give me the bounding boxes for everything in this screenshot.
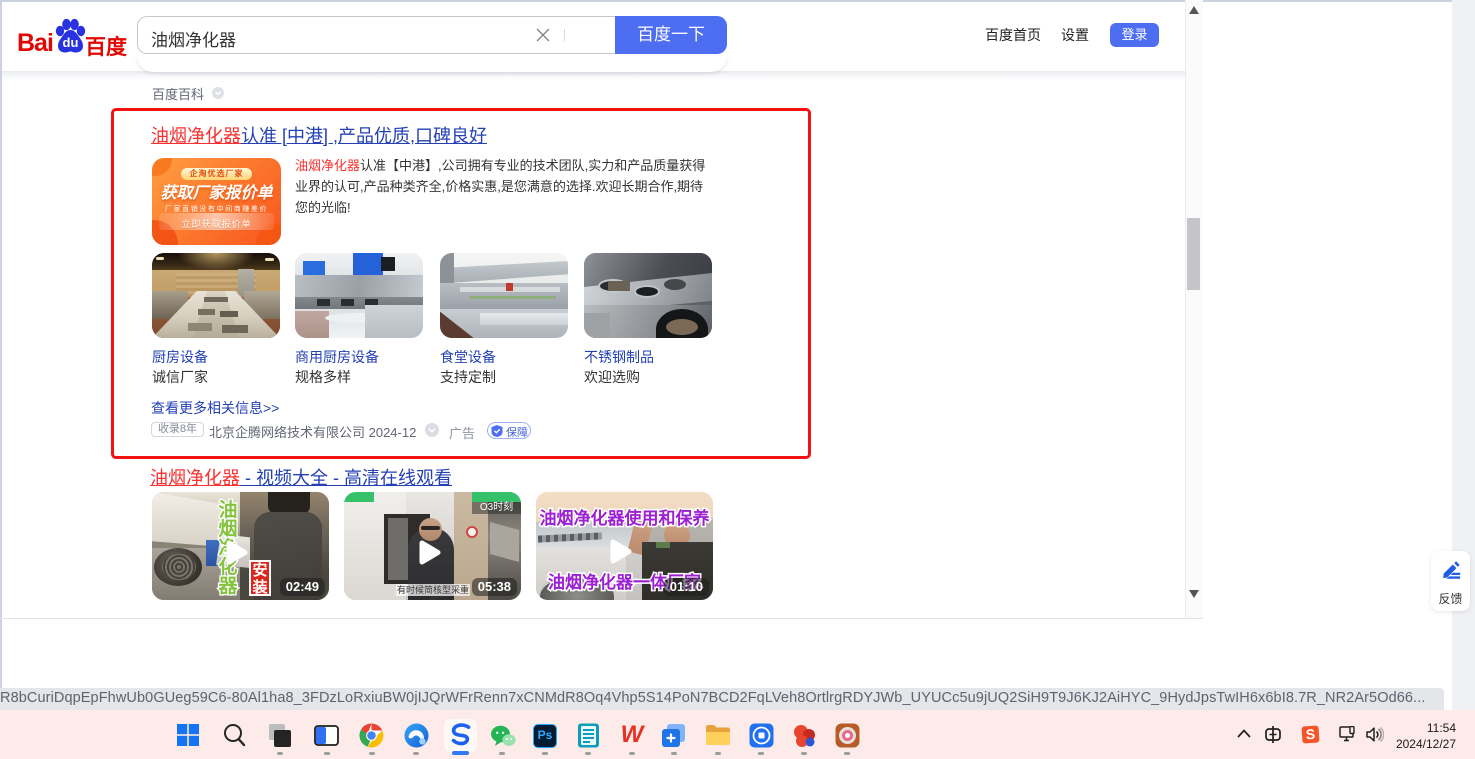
svg-text:du: du — [63, 35, 79, 50]
